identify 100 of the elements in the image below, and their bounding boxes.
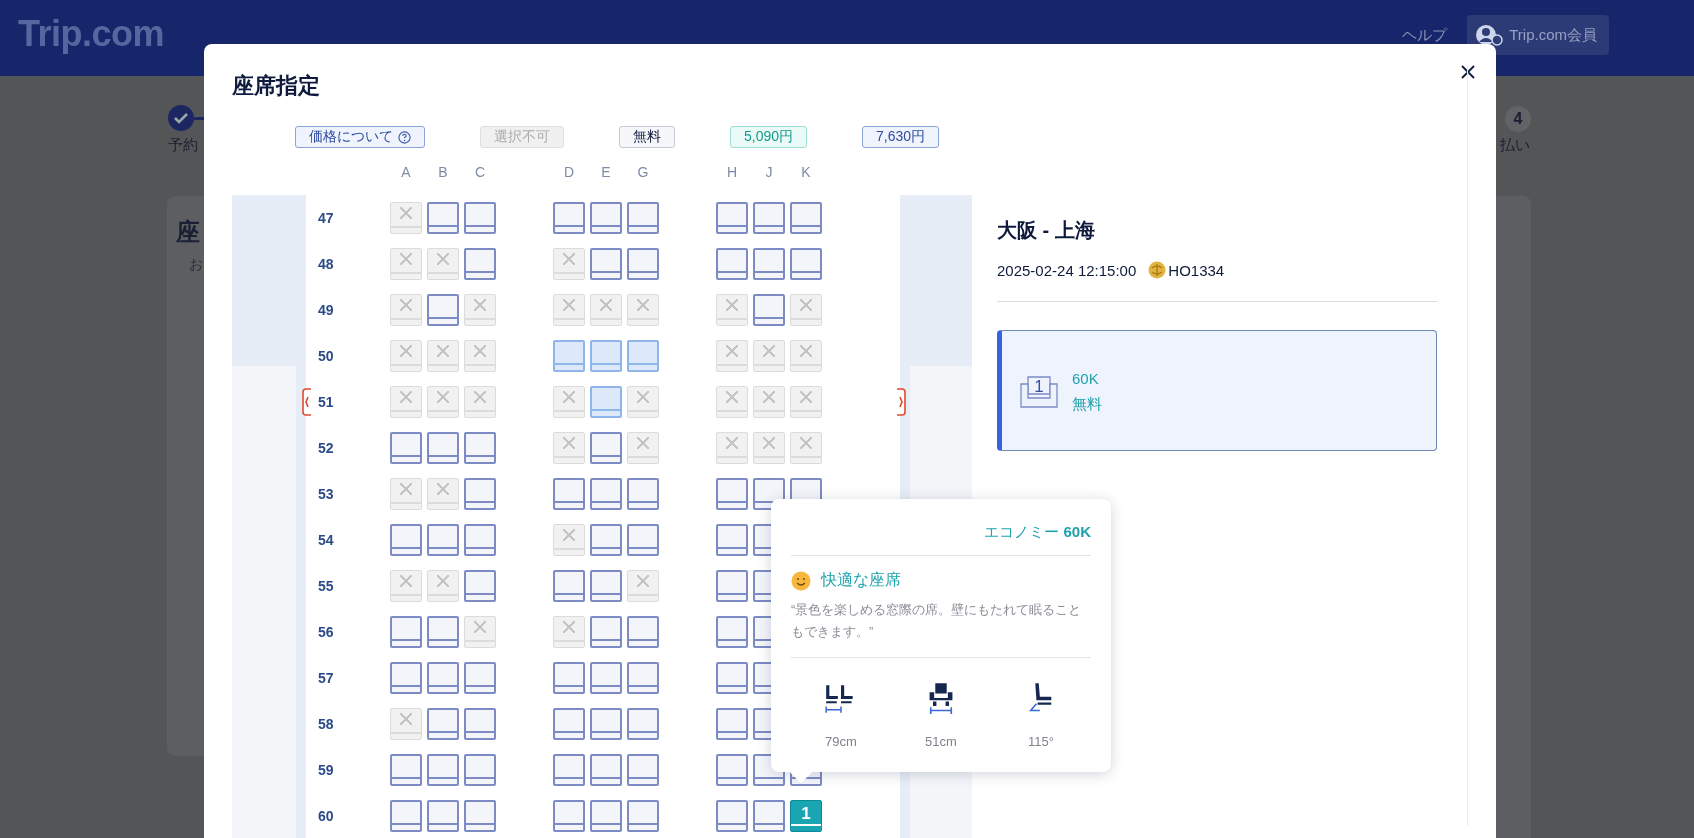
seat[interactable] xyxy=(464,754,496,786)
seat[interactable] xyxy=(716,708,748,740)
seat[interactable] xyxy=(590,708,622,740)
seat[interactable] xyxy=(590,800,622,832)
seat[interactable] xyxy=(427,800,459,832)
column-letter: K xyxy=(800,163,812,182)
seat[interactable] xyxy=(590,570,622,602)
member-button[interactable]: Trip.com会員 xyxy=(1467,15,1609,55)
seat[interactable] xyxy=(716,248,748,280)
seat[interactable] xyxy=(716,662,748,694)
seat[interactable] xyxy=(464,432,496,464)
seat[interactable] xyxy=(590,478,622,510)
passenger-seat-card[interactable]: 1 60K 無料 xyxy=(997,330,1437,451)
seat[interactable] xyxy=(464,202,496,234)
seat[interactable] xyxy=(627,616,659,648)
seat[interactable] xyxy=(464,248,496,280)
seat[interactable] xyxy=(627,524,659,556)
seat[interactable] xyxy=(390,800,422,832)
seat[interactable] xyxy=(753,294,785,326)
unavailable-seat xyxy=(716,294,748,326)
seat[interactable] xyxy=(716,202,748,234)
seat[interactable] xyxy=(390,662,422,694)
row-number: 59 xyxy=(317,762,335,778)
seat[interactable] xyxy=(753,248,785,280)
seat[interactable] xyxy=(590,248,622,280)
unavailable-seat xyxy=(390,708,422,740)
unavailable-seat xyxy=(753,432,785,464)
unavailable-seat xyxy=(427,570,459,602)
seat[interactable] xyxy=(627,708,659,740)
unavailable-seat xyxy=(716,340,748,372)
unavailable-seat xyxy=(627,386,659,418)
seat[interactable] xyxy=(464,570,496,602)
seat[interactable] xyxy=(390,524,422,556)
seat[interactable] xyxy=(716,616,748,648)
free-seat[interactable] xyxy=(627,340,659,372)
seat[interactable] xyxy=(390,432,422,464)
unavailable-seat xyxy=(390,386,422,418)
step-label: 予約 xyxy=(168,136,198,155)
free-seat[interactable] xyxy=(590,386,622,418)
logo[interactable]: Trip.com xyxy=(18,13,165,55)
seat[interactable] xyxy=(590,432,622,464)
unavailable-seat xyxy=(790,432,822,464)
seat[interactable] xyxy=(427,294,459,326)
seat[interactable] xyxy=(427,202,459,234)
selected-seat[interactable]: 1 xyxy=(790,800,822,832)
free-seat[interactable] xyxy=(590,340,622,372)
seat[interactable] xyxy=(464,524,496,556)
seat[interactable] xyxy=(427,754,459,786)
seat[interactable] xyxy=(590,616,622,648)
seat[interactable] xyxy=(627,800,659,832)
close-icon[interactable] xyxy=(1460,64,1476,80)
seat[interactable] xyxy=(427,708,459,740)
column-letter: H xyxy=(725,163,739,182)
price-info-button[interactable]: 価格について xyxy=(295,126,425,148)
unavailable-seat xyxy=(390,478,422,510)
seat[interactable] xyxy=(553,662,585,694)
seat[interactable] xyxy=(627,478,659,510)
seat[interactable] xyxy=(627,662,659,694)
seat[interactable] xyxy=(553,800,585,832)
unavailable-seat xyxy=(753,386,785,418)
seat[interactable] xyxy=(790,248,822,280)
free-seat[interactable] xyxy=(553,340,585,372)
seat[interactable] xyxy=(464,800,496,832)
seat[interactable] xyxy=(716,478,748,510)
seat[interactable] xyxy=(553,570,585,602)
seat[interactable] xyxy=(553,478,585,510)
seat[interactable] xyxy=(627,248,659,280)
seat[interactable] xyxy=(753,202,785,234)
legend-tag: 5,090円 xyxy=(730,126,808,148)
seat[interactable] xyxy=(464,478,496,510)
seat[interactable] xyxy=(716,524,748,556)
seat[interactable] xyxy=(427,616,459,648)
seat[interactable] xyxy=(590,662,622,694)
seat[interactable] xyxy=(590,754,622,786)
seat[interactable] xyxy=(390,754,422,786)
seat[interactable] xyxy=(627,754,659,786)
seat[interactable] xyxy=(790,202,822,234)
seat[interactable] xyxy=(753,800,785,832)
seat[interactable] xyxy=(427,524,459,556)
seat[interactable] xyxy=(627,202,659,234)
unavailable-seat xyxy=(390,570,422,602)
column-letter: G xyxy=(636,163,650,182)
seat[interactable] xyxy=(553,708,585,740)
seat[interactable] xyxy=(464,708,496,740)
seat[interactable] xyxy=(464,662,496,694)
unavailable-seat xyxy=(390,294,422,326)
seat[interactable] xyxy=(427,662,459,694)
unavailable-seat xyxy=(427,386,459,418)
seat[interactable] xyxy=(427,432,459,464)
seat[interactable] xyxy=(590,202,622,234)
seat[interactable] xyxy=(553,754,585,786)
seat[interactable] xyxy=(716,570,748,602)
unavailable-seat xyxy=(553,616,585,648)
help-link[interactable]: ヘルプ xyxy=(1402,25,1448,45)
seat[interactable] xyxy=(590,524,622,556)
seat[interactable] xyxy=(553,202,585,234)
seat[interactable] xyxy=(390,616,422,648)
help-icon[interactable] xyxy=(398,130,411,144)
seat[interactable] xyxy=(716,800,748,832)
seat[interactable] xyxy=(716,754,748,786)
